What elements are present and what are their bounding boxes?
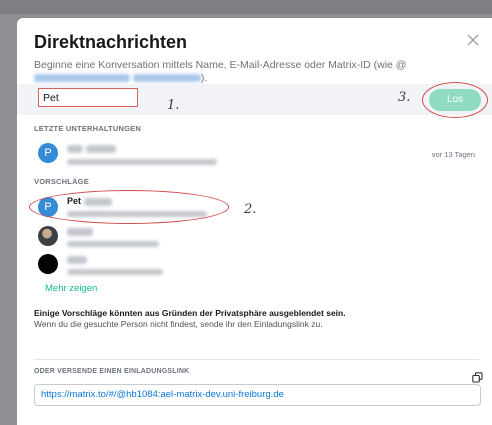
suggestions-section-label: VORSCHLÄGE bbox=[34, 177, 89, 186]
annotation-circle-suggestion bbox=[29, 190, 229, 224]
recent-section-label: LETZTE UNTERHALTUNGEN bbox=[34, 124, 141, 133]
avatar-photo bbox=[38, 226, 58, 246]
close-icon[interactable] bbox=[465, 32, 481, 48]
dialog-subtitle: Beginne eine Konversation mittels Name, … bbox=[34, 59, 479, 85]
redacted-mxid bbox=[67, 241, 159, 248]
suggestion-mxid bbox=[67, 239, 159, 248]
redacted-matrix-id bbox=[34, 74, 130, 83]
recent-conversation-item[interactable]: P vor 13 Tagen bbox=[17, 138, 492, 170]
annotation-step-2: 2. bbox=[244, 202, 257, 217]
recent-contact-name bbox=[67, 143, 116, 153]
dialog-title: Direktnachrichten bbox=[34, 32, 188, 52]
subtitle-text: Beginne eine Konversation mittels Name, … bbox=[34, 59, 407, 71]
redacted-mxid bbox=[67, 159, 217, 166]
invite-section-label: ODER VERSENDE EINEN EINLADUNGSLINK bbox=[34, 368, 190, 375]
redacted-matrix-id bbox=[132, 74, 201, 83]
backdrop bbox=[0, 0, 492, 14]
redacted-name bbox=[85, 144, 116, 153]
recent-timestamp: vor 13 Tagen bbox=[431, 150, 475, 159]
recent-contact-mxid bbox=[67, 157, 217, 166]
suggestion-item[interactable] bbox=[17, 222, 492, 254]
suggestion-name bbox=[67, 254, 87, 264]
privacy-note-text: Wenn du die gesuchte Person nicht findes… bbox=[34, 319, 323, 329]
search-input[interactable]: Pet bbox=[38, 88, 138, 107]
avatar: P bbox=[38, 143, 58, 163]
suggestion-name bbox=[67, 226, 93, 236]
annotation-step-1: 1. bbox=[167, 98, 180, 113]
annotation-step-3: 3. bbox=[398, 90, 411, 105]
show-more-link[interactable]: Mehr zeigen bbox=[45, 283, 97, 294]
suggestion-mxid bbox=[67, 267, 163, 276]
privacy-note-title: Einige Vorschläge könnten aus Gründen de… bbox=[34, 308, 346, 318]
copy-icon[interactable] bbox=[472, 372, 483, 383]
suggestion-item[interactable] bbox=[17, 251, 492, 283]
redacted-name bbox=[67, 144, 83, 153]
redacted-name bbox=[67, 255, 87, 264]
redacted-mxid bbox=[67, 269, 163, 276]
direct-messages-dialog: Direktnachrichten Beginne eine Konversat… bbox=[17, 18, 492, 425]
annotation-circle-go bbox=[422, 82, 488, 118]
avatar bbox=[38, 254, 58, 274]
divider bbox=[34, 359, 479, 360]
redacted-name bbox=[67, 227, 93, 236]
subtitle-suffix: ). bbox=[200, 72, 208, 84]
invite-link-field[interactable]: https://matrix.to/#/@hb1084:ael-matrix-d… bbox=[34, 384, 481, 406]
